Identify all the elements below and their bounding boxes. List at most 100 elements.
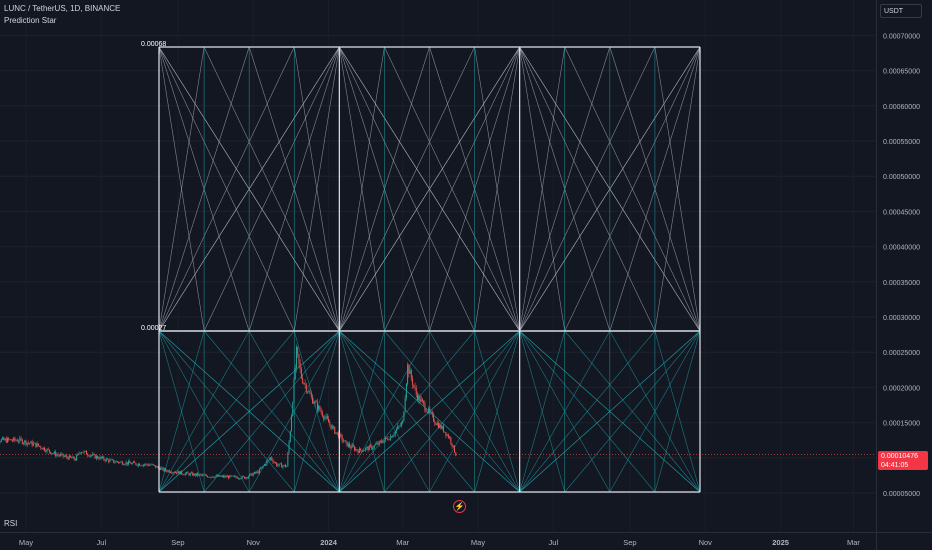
candle-body (235, 476, 237, 478)
candle-body (211, 476, 213, 478)
candle-body (253, 472, 255, 474)
candle-body (150, 464, 152, 466)
candle-body (171, 472, 173, 474)
candle-body (315, 401, 317, 403)
candle-body (391, 436, 393, 438)
candle-body (177, 471, 179, 474)
candle-body (284, 464, 286, 467)
candle-body (197, 473, 199, 476)
candle-body (447, 434, 449, 438)
candle-body (340, 434, 342, 436)
candle-body (88, 455, 90, 457)
star-label-mid: 0.00027 (141, 325, 166, 332)
candle-body (239, 478, 241, 480)
candle-body (62, 453, 64, 457)
candle-body (162, 467, 164, 471)
candle-body (66, 455, 68, 458)
candle-body (356, 449, 358, 451)
candle-body (146, 463, 148, 465)
candle-body (442, 425, 444, 432)
candle-body (2, 437, 4, 440)
candle-body (219, 475, 221, 477)
candle-body (246, 477, 248, 479)
candle-body (5, 438, 7, 443)
candle-body (8, 438, 10, 440)
candle-body (415, 388, 417, 395)
candle-body (126, 462, 128, 465)
candle-body (81, 452, 83, 454)
candle-body (72, 456, 74, 459)
candle-body (94, 454, 96, 459)
candle-body (78, 453, 80, 454)
candle-body (334, 426, 336, 434)
candle-body (34, 442, 36, 444)
candle-body (444, 431, 446, 433)
time-tick-label: May (471, 538, 485, 547)
candle-body (192, 472, 194, 476)
candle-body (441, 425, 443, 429)
candle-body (323, 416, 325, 419)
time-tick-label: Sep (171, 538, 184, 547)
candle-body (324, 417, 326, 419)
candle-body (294, 367, 296, 380)
candle-body (44, 447, 46, 451)
candle-body (55, 451, 57, 456)
candle-body (355, 449, 357, 451)
candle-body (136, 464, 138, 466)
candle-body (331, 426, 333, 429)
candle-body (46, 448, 48, 452)
candle-body (435, 423, 437, 426)
candle-body (110, 459, 112, 461)
candle-body (358, 448, 360, 454)
candle-body (14, 437, 16, 441)
candle-body (388, 439, 390, 441)
time-tick-label: Sep (623, 538, 636, 547)
candle-body (83, 451, 85, 453)
candle-body (266, 461, 268, 465)
candle-body (183, 474, 185, 476)
candle-body (35, 442, 37, 447)
candle-body (82, 452, 84, 454)
candle-body (373, 445, 375, 448)
time-tick-label: Jul (97, 538, 107, 547)
candle-body (256, 471, 258, 473)
candle-body (121, 461, 123, 465)
candle-body (392, 435, 394, 438)
symbol-title[interactable]: LUNC / TetherUS, 1D, BINANCE (4, 3, 120, 15)
candles (0, 344, 876, 480)
candle-body (367, 447, 369, 451)
candle-body (113, 459, 115, 463)
candle-body (104, 459, 106, 461)
candle-body (161, 467, 163, 469)
candle-body (436, 423, 438, 426)
candle-body (119, 461, 121, 463)
candle-body (257, 471, 259, 474)
last-price-value: 0.00010476 (881, 453, 918, 460)
candle-body (142, 464, 144, 466)
candle-body (10, 439, 12, 441)
candle-body (215, 475, 217, 477)
candle-body (409, 370, 411, 374)
price-tick-label: 0.00040000 (883, 245, 920, 252)
candle-body (210, 476, 212, 478)
flash-icon[interactable]: ⚡ (453, 500, 466, 513)
candle-body (245, 477, 247, 479)
currency-button[interactable]: USDT (880, 4, 922, 18)
price-chart[interactable]: 0.000680.00027 0.000050000.000100000.000… (0, 0, 932, 550)
candle-body (240, 478, 242, 480)
candle-body (58, 455, 60, 456)
candle-body (98, 458, 100, 460)
time-tick-label: 2025 (772, 538, 789, 547)
rsi-pane-label[interactable]: RSI (4, 519, 17, 528)
candle-body (168, 470, 170, 473)
candle-body (156, 466, 158, 468)
candle-body (151, 464, 153, 465)
indicator-title[interactable]: Prediction Star (4, 15, 120, 27)
candle-body (382, 442, 384, 444)
candle-body (286, 466, 288, 467)
candle-body (302, 378, 304, 384)
candle-body (225, 475, 227, 478)
candle-body (271, 457, 273, 461)
candle-body (202, 474, 204, 476)
candle-body (319, 406, 321, 411)
